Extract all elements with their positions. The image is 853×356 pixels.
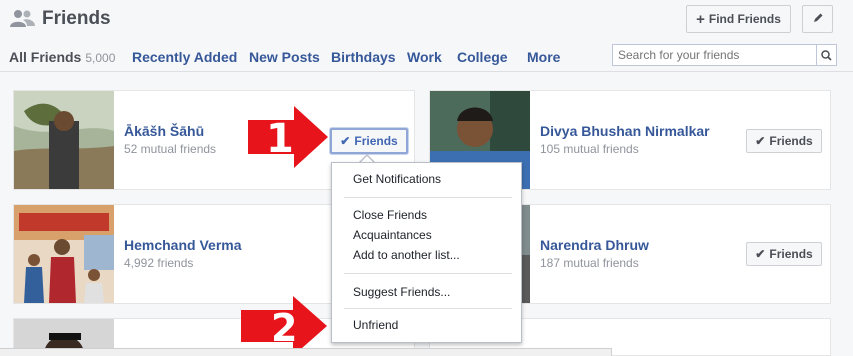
step-1-arrow: 1 bbox=[248, 106, 328, 168]
friend-subtitle: 105 mutual friends bbox=[540, 142, 639, 156]
menu-item-get-notifications[interactable]: Get Notifications bbox=[353, 172, 441, 186]
menu-item-close-friends[interactable]: Close Friends bbox=[353, 208, 427, 222]
friends-button-label: Friends bbox=[354, 134, 398, 148]
menu-separator bbox=[344, 273, 512, 274]
pencil-icon bbox=[812, 12, 824, 27]
friends-tabs: All Friends 5,000 Recently Added New Post… bbox=[0, 40, 853, 72]
edit-button[interactable] bbox=[802, 5, 833, 33]
menu-item-suggest-friends[interactable]: Suggest Friends... bbox=[353, 285, 450, 299]
friend-subtitle: 187 mutual friends bbox=[540, 256, 639, 270]
tab-more[interactable]: More bbox=[527, 49, 560, 65]
find-friends-button[interactable]: + Find Friends bbox=[686, 5, 791, 33]
check-icon: ✔ bbox=[755, 134, 766, 148]
friend-photo[interactable] bbox=[14, 91, 114, 189]
friends-button[interactable]: ✔ Friends bbox=[746, 242, 822, 266]
friend-photo[interactable] bbox=[14, 205, 114, 303]
step-2-arrow: 2 bbox=[241, 296, 327, 356]
friend-subtitle: 4,992 friends bbox=[124, 256, 194, 270]
menu-item-add-to-list[interactable]: Add to another list... bbox=[353, 248, 460, 262]
check-icon: ✔ bbox=[755, 247, 766, 261]
menu-separator bbox=[344, 308, 512, 309]
find-friends-label: Find Friends bbox=[708, 12, 781, 26]
friends-dropdown-menu: Get Notifications Close Friends Acquaint… bbox=[331, 162, 522, 343]
friends-count: 5,000 bbox=[85, 51, 116, 65]
step-1-number: 1 bbox=[266, 116, 294, 162]
friends-button[interactable]: ✔ Friends bbox=[330, 128, 408, 154]
friend-name[interactable]: Narendra Dhruw bbox=[540, 237, 649, 253]
friend-subtitle: 52 mutual friends bbox=[124, 142, 217, 156]
menu-separator bbox=[344, 197, 512, 198]
tab-work[interactable]: Work bbox=[407, 49, 442, 65]
page-title: Friends bbox=[42, 8, 111, 29]
browser-status-bar bbox=[0, 348, 612, 356]
menu-item-unfriend[interactable]: Unfriend bbox=[353, 318, 398, 332]
friend-name[interactable]: Divya Bhushan Nirmalkar bbox=[540, 123, 710, 139]
step-2-number: 2 bbox=[271, 306, 297, 350]
tab-college[interactable]: College bbox=[457, 49, 508, 65]
friends-button-label: Friends bbox=[769, 134, 813, 148]
tab-recently-added[interactable]: Recently Added bbox=[132, 49, 237, 65]
tab-new-posts[interactable]: New Posts bbox=[249, 49, 320, 65]
check-icon: ✔ bbox=[340, 134, 351, 148]
search-box bbox=[612, 44, 837, 66]
tab-birthdays[interactable]: Birthdays bbox=[331, 49, 396, 65]
friends-button-label: Friends bbox=[769, 247, 813, 261]
tab-label: All Friends bbox=[9, 49, 82, 65]
friends-button[interactable]: ✔ Friends bbox=[746, 129, 822, 153]
search-icon[interactable] bbox=[816, 45, 836, 65]
page-header: Friends + Find Friends bbox=[0, 0, 853, 40]
friends-icon bbox=[10, 9, 36, 29]
friend-name[interactable]: Ākāšh Šāhū bbox=[124, 123, 204, 139]
tab-all-friends[interactable]: All Friends 5,000 bbox=[9, 49, 115, 65]
menu-item-acquaintances[interactable]: Acquaintances bbox=[353, 228, 432, 242]
search-input[interactable] bbox=[613, 45, 813, 65]
friends-panel: Friends + Find Friends All Friends 5,000 … bbox=[0, 0, 853, 356]
friend-name[interactable]: Hemchand Verma bbox=[124, 237, 242, 253]
plus-icon: + bbox=[696, 10, 705, 28]
